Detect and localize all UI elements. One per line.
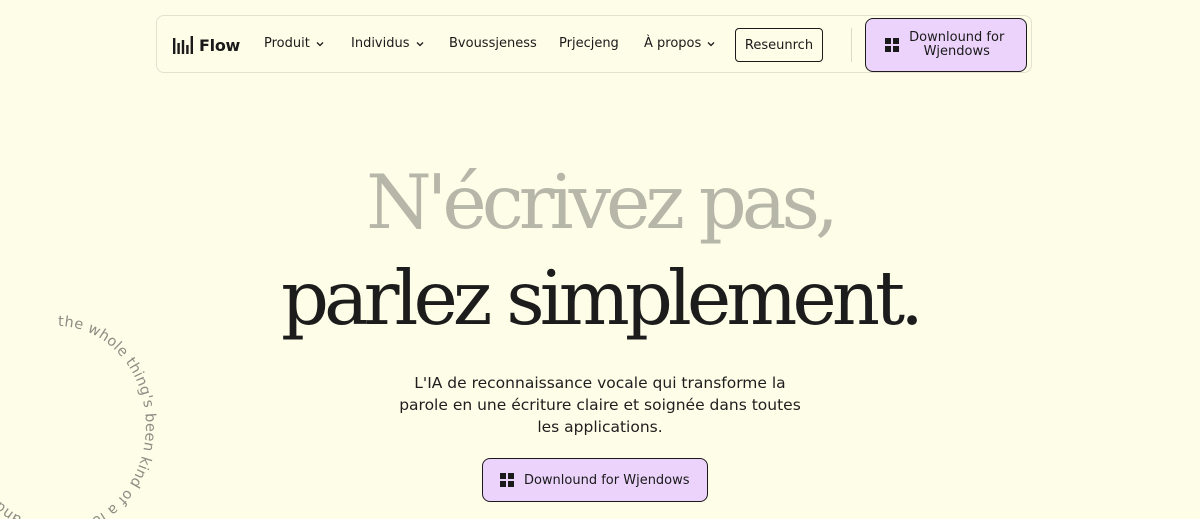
chevron-down-icon [316, 41, 324, 46]
page: Flow Produit Individus Bvoussjeness Prje… [0, 0, 1200, 519]
nav-link-label: Produit [264, 36, 310, 51]
download-windows-button-hero[interactable]: Downlound for Wjendows [482, 458, 708, 502]
windows-icon [885, 38, 899, 52]
nav-link-business[interactable]: Bvoussjeness [449, 36, 537, 51]
nav-link-projects[interactable]: Prjecjeng [559, 36, 619, 51]
nav-link-produit[interactable]: Produit [264, 36, 324, 51]
svg-text:the whole thing's been kind of: the whole thing's been kind of a lot of … [0, 314, 158, 519]
circular-text: the whole thing's been kind of a lot of … [0, 314, 158, 519]
nav-link-label: Individus [351, 36, 410, 51]
top-nav: Flow Produit Individus Bvoussjeness Prje… [156, 15, 1032, 73]
chevron-down-icon [707, 41, 715, 46]
hero-headline-line1: N'écrivez pas, [366, 158, 839, 246]
nav-divider [851, 28, 852, 62]
download-windows-button-nav[interactable]: Downlound for Wjendows [865, 18, 1027, 72]
chevron-down-icon [416, 41, 423, 46]
hero-subtitle: L'IA de reconnaissance vocale qui transf… [399, 374, 801, 436]
hero-headline-line2: parlez simplement. [280, 254, 924, 342]
logo[interactable]: Flow [173, 35, 240, 55]
nav-link-a-propos[interactable]: À propos [644, 36, 715, 51]
windows-icon [500, 473, 514, 487]
download-button-label: Downlound for Wjendows [523, 472, 690, 488]
download-button-label: Downlound for Wjendows [909, 30, 1005, 59]
waveform-icon [173, 36, 193, 54]
research-button[interactable]: Reseunrch [735, 28, 823, 62]
logo-text: Flow [199, 35, 240, 55]
circular-text-decoration: the whole thing's been kind of a lot of … [0, 314, 158, 519]
nav-link-label: Bvoussjeness [449, 36, 537, 51]
nav-link-label: À propos [644, 36, 702, 51]
nav-link-individus[interactable]: Individus [351, 36, 424, 51]
nav-link-label: Prjecjeng [559, 36, 619, 51]
